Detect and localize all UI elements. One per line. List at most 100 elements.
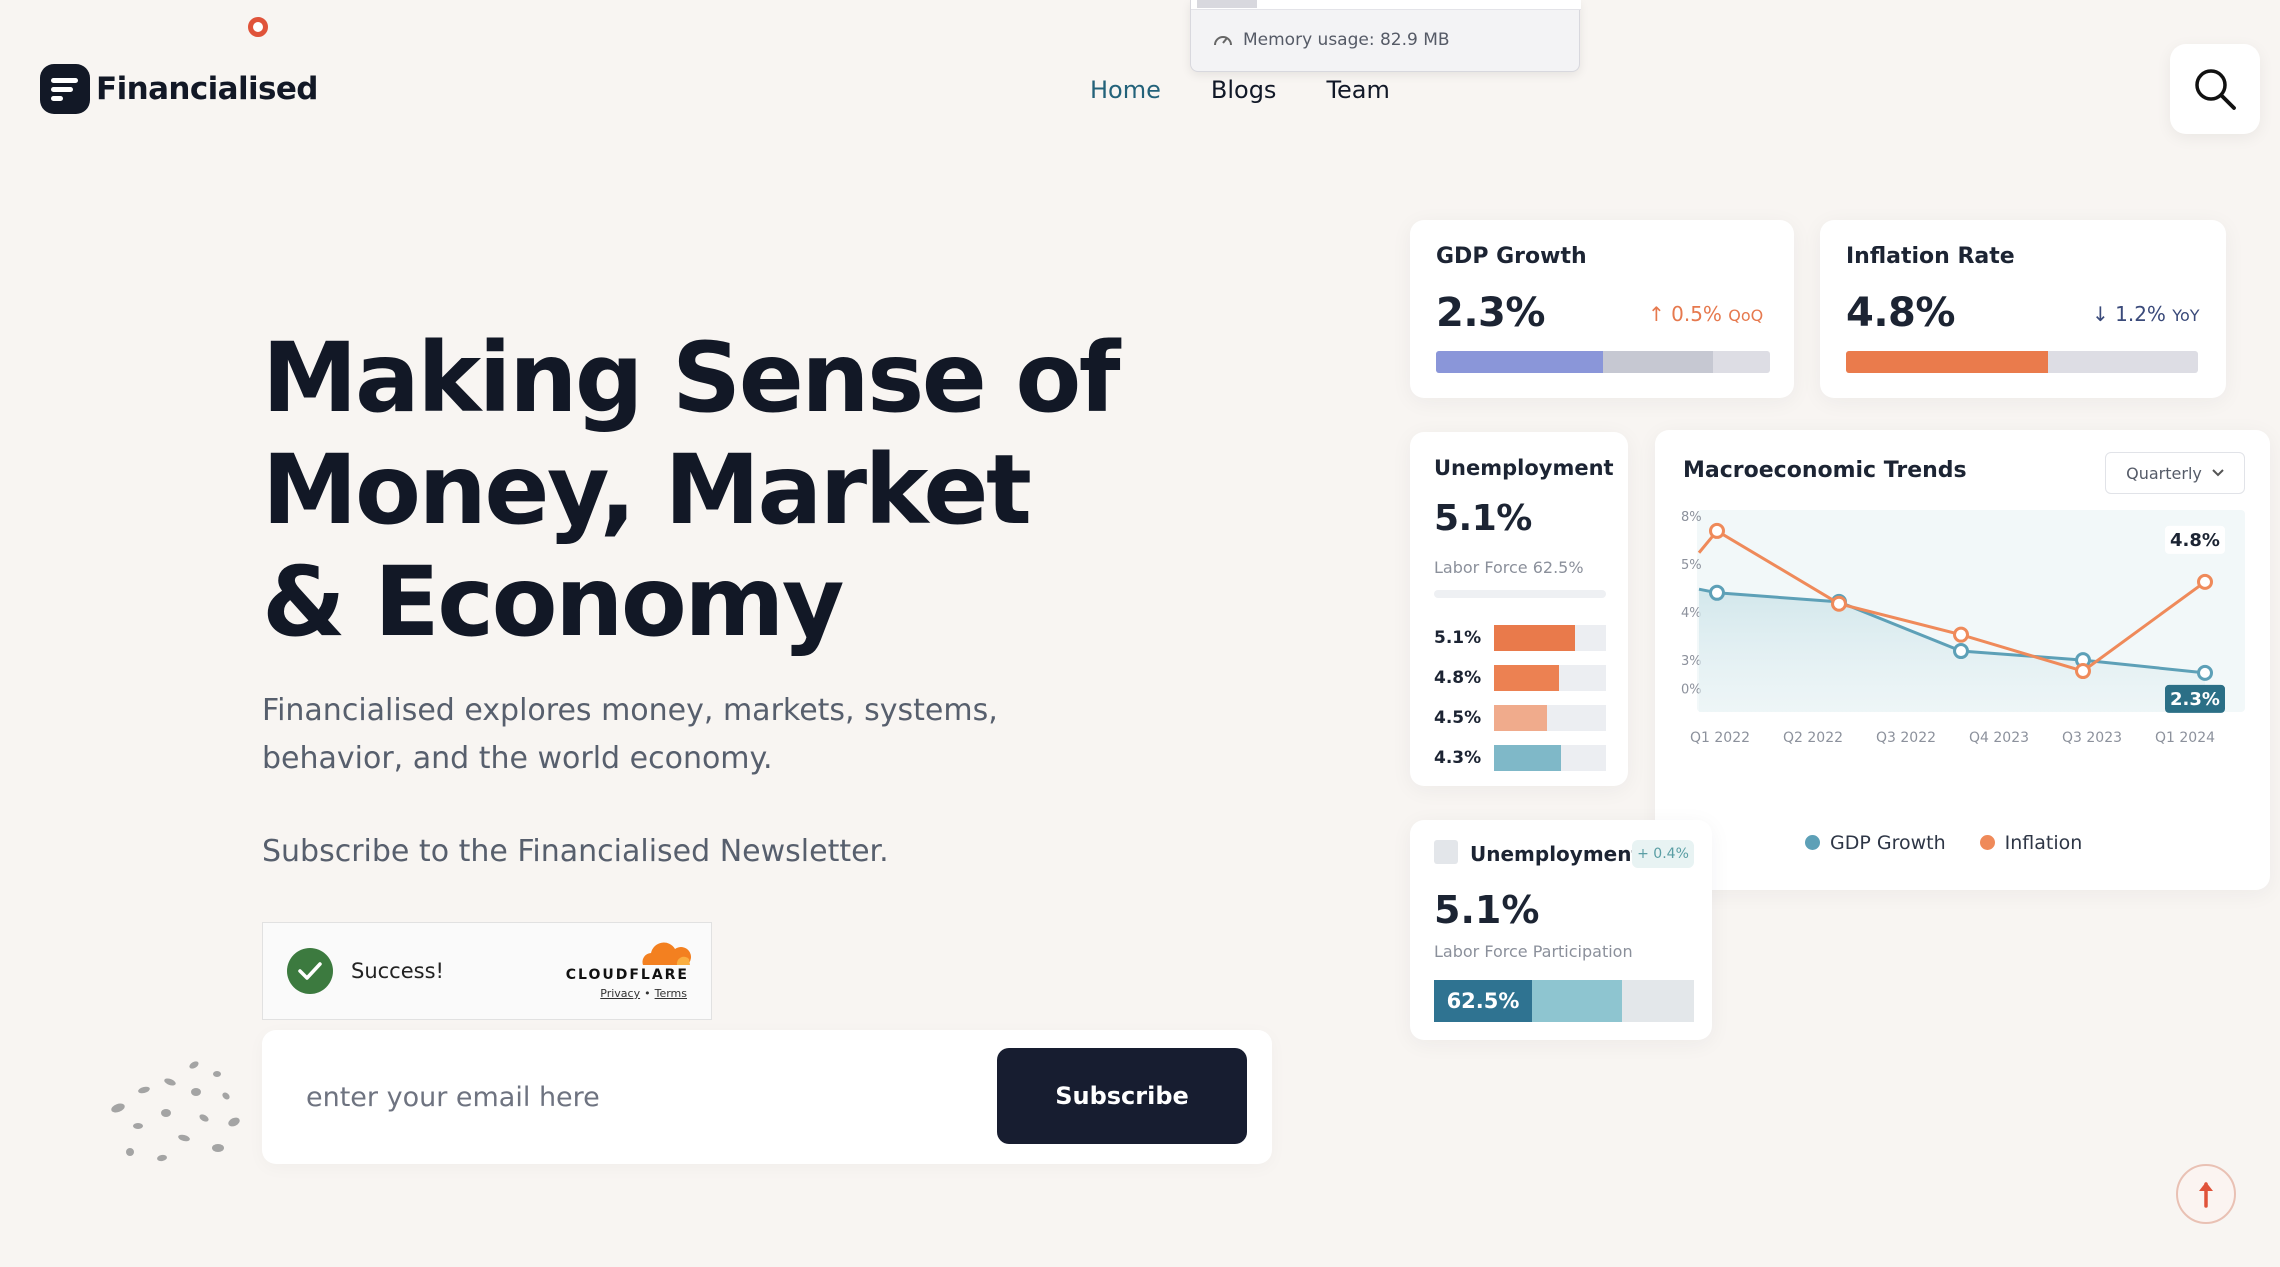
unemployment-bar-track	[1494, 625, 1606, 651]
unemployment-bar-label: 4.8%	[1434, 668, 1482, 688]
email-input[interactable]	[306, 1070, 986, 1124]
arrow-up-icon: ↑	[1648, 302, 1665, 326]
chart-legend: GDP Growth Inflation	[1805, 832, 2082, 854]
change-badge: + 0.4%	[1632, 840, 1694, 868]
unemployment-bar-track	[1494, 705, 1606, 731]
macro-trends-card: Macroeconomic Trends Quarterly 8% 5% 4% 3% 0…	[1655, 430, 2270, 890]
hero-description: Financialised explores money, markets, s…	[262, 693, 998, 776]
gdp-change: ↑ 0.5% QoQ	[1648, 302, 1763, 326]
success-check-icon	[287, 948, 333, 994]
memory-usage-tooltip: Memory usage: 82.9 MB	[1190, 0, 1581, 72]
gdp-point	[1709, 584, 1725, 601]
search-button[interactable]	[2170, 44, 2260, 134]
legend-gdp: GDP Growth	[1805, 832, 1946, 854]
newsletter-label: Subscribe to the Financialised Newslette…	[262, 834, 889, 869]
search-icon	[2195, 69, 2236, 110]
memory-row: Memory usage: 82.9 MB	[1213, 30, 1450, 50]
checkbox-icon	[1434, 840, 1458, 864]
gdp-change-value: 0.5%	[1671, 302, 1722, 326]
gdp-point	[1953, 643, 1969, 660]
labor-force-label: Labor Force 62.5%	[1434, 558, 1584, 577]
y-tick-label: 4%	[1681, 606, 1702, 621]
nav-blogs[interactable]: Blogs	[1211, 76, 1277, 104]
y-tick-label: 5%	[1681, 558, 1702, 573]
legend-inflation: Inflation	[1979, 832, 2083, 854]
inflation-change: ↓ 1.2% YoY	[2092, 302, 2200, 326]
y-tick-label: 3%	[1681, 654, 1702, 669]
participation-card: Unemployment + 0.4% 5.1% Labor Force Par…	[1410, 820, 1712, 1040]
gdp-progress-bar	[1436, 351, 1770, 373]
brand-name: Financialised	[96, 71, 319, 107]
terms-link[interactable]: Terms	[655, 987, 687, 1000]
x-tick-label: Q3 2023	[2062, 730, 2122, 746]
inflation-point	[1831, 595, 1847, 612]
gdp-card-title: GDP Growth	[1436, 244, 1587, 269]
unemployment-bar-label: 5.1%	[1434, 628, 1482, 648]
chart-title: Macroeconomic Trends	[1683, 458, 1967, 483]
legend-dot-inflation	[1979, 835, 1995, 850]
unemployment-bar-label: 4.3%	[1434, 748, 1482, 768]
captcha-status: Success!	[351, 959, 444, 983]
legend-inflation-label: Inflation	[2004, 832, 2083, 854]
unemployment-bar-fill	[1494, 745, 1561, 771]
participation-bar-fill: 62.5%	[1434, 980, 1532, 1022]
subscribe-button[interactable]: Subscribe	[997, 1048, 1247, 1144]
x-tick-label: Q4 2023	[1969, 730, 2029, 746]
captcha-links: Privacy • Terms	[600, 987, 687, 1000]
unemployment-bar-fill	[1494, 705, 1547, 731]
unemployment-bar-row: 4.8%	[1434, 665, 1606, 691]
x-tick-label: Q2 2022	[1783, 730, 1843, 746]
inflation-card-title: Inflation Rate	[1846, 244, 2015, 269]
period-dropdown[interactable]: Quarterly	[2105, 452, 2245, 494]
hero-headline: Making Sense of Money, Market & Economy	[262, 322, 1121, 658]
unemployment-value: 5.1%	[1434, 498, 1532, 539]
inflation-rate-card: Inflation Rate 4.8% ↓ 1.2% YoY	[1820, 220, 2226, 398]
gdp-end-label: 2.3%	[2170, 689, 2220, 710]
participation-bar: 62.5%	[1434, 980, 1694, 1022]
gdp-growth-card: GDP Growth 2.3% ↑ 0.5% QoQ	[1410, 220, 1794, 398]
x-tick-label: Q3 2022	[1876, 730, 1936, 746]
nav-team[interactable]: Team	[1326, 76, 1389, 104]
inflation-bar-fill	[1846, 351, 2048, 373]
participation-card-title: Unemployment	[1470, 842, 1642, 866]
cloudflare-cloud-icon	[642, 942, 691, 965]
logo-icon	[40, 64, 90, 114]
inflation-change-value: 1.2%	[2115, 302, 2166, 326]
privacy-link[interactable]: Privacy	[600, 987, 640, 1000]
brand-logo[interactable]: Financialised	[40, 64, 319, 114]
link-separator: •	[644, 987, 651, 1000]
subscribe-form: Subscribe	[262, 1030, 1272, 1164]
inflation-point	[1709, 522, 1725, 539]
inflation-end-label: 4.8%	[2170, 530, 2220, 551]
x-tick-label: Q1 2022	[1690, 730, 1750, 746]
unemployment-bar-row: 4.5%	[1434, 705, 1606, 731]
legend-gdp-label: GDP Growth	[1830, 832, 1946, 854]
scroll-to-top-button[interactable]	[2176, 1164, 2236, 1224]
gdp-bar-fill	[1436, 351, 1603, 373]
inflation-value: 4.8%	[1846, 290, 1955, 336]
cloudflare-logo: CLOUDFLARE	[565, 967, 689, 983]
unemployment-bar-row: 5.1%	[1434, 625, 1606, 651]
y-tick-label: 8%	[1681, 510, 1702, 525]
gdp-bar-secondary	[1603, 351, 1713, 373]
inflation-point	[2197, 573, 2213, 590]
arrow-up-icon	[2199, 1182, 2213, 1208]
nav-home[interactable]: Home	[1090, 76, 1161, 104]
legend-dot-gdp	[1805, 835, 1820, 850]
gdp-value: 2.3%	[1436, 290, 1545, 336]
unemployment-bar-fill	[1494, 665, 1559, 691]
gauge-icon	[1214, 36, 1232, 46]
main-nav: Home Blogs Team	[1090, 76, 1390, 104]
period-dropdown-value: Quarterly	[2126, 463, 2202, 483]
captcha-widget[interactable]: Success! CLOUDFLARE Privacy • Terms	[262, 922, 712, 1020]
unemployment-bar-label: 4.5%	[1434, 708, 1482, 728]
unemployment-bar-row: 4.3%	[1434, 745, 1606, 771]
y-tick-label: 0%	[1681, 683, 1702, 698]
arrow-down-icon: ↓	[2092, 302, 2109, 326]
inflation-point	[2075, 663, 2091, 680]
trend-line-chart: 8% 5% 4% 3% 0% Q1 2022 Q2 2022 Q3 2022 Q4 2023 Q3…	[1681, 510, 2245, 746]
unemployment-card: Unemployment 5.1% Labor Force 62.5% 5.1%…	[1410, 432, 1628, 786]
decorative-sparkle	[111, 1061, 240, 1162]
unemployment-bar-track	[1494, 665, 1606, 691]
chevron-down-icon	[2212, 469, 2224, 477]
